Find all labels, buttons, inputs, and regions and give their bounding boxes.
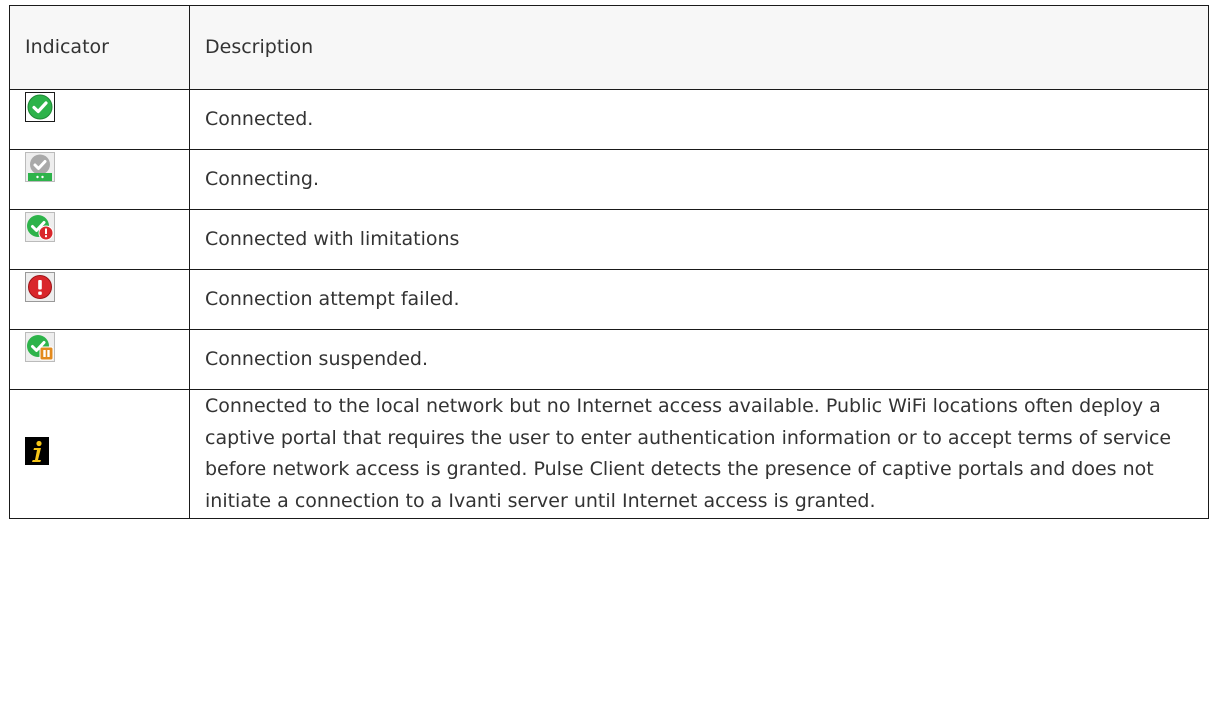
table-row: Connected. (9, 89, 1209, 150)
indicator-cell (9, 89, 190, 150)
description-cell: Connected. (189, 89, 1209, 150)
connected-with-limitations-icon (25, 212, 55, 243)
table-row: Connecting. (9, 149, 1209, 210)
status-indicator-table: Indicator Description Connected. Connect… (9, 5, 1209, 519)
table-row: Connection suspended. (9, 329, 1209, 390)
description-cell: Connection suspended. (189, 329, 1209, 390)
indicator-cell (9, 149, 190, 210)
info-icon (25, 436, 49, 465)
connecting-icon (25, 152, 55, 183)
table-row: Connection attempt failed. (9, 269, 1209, 330)
description-cell: Connected with limitations (189, 209, 1209, 270)
table-row: Connected to the local network but no In… (9, 389, 1209, 519)
header-description: Description (189, 5, 1209, 90)
table-row: Connected with limitations (9, 209, 1209, 270)
indicator-cell (9, 209, 190, 270)
indicator-cell (9, 329, 190, 390)
indicator-cell (9, 269, 190, 330)
indicator-cell (9, 389, 190, 519)
description-cell: Connected to the local network but no In… (189, 389, 1209, 519)
connection-failed-icon (25, 272, 55, 303)
description-cell: Connecting. (189, 149, 1209, 210)
description-cell: Connection attempt failed. (189, 269, 1209, 330)
connected-icon (25, 92, 55, 123)
header-indicator: Indicator (9, 5, 190, 90)
connection-suspended-icon (25, 332, 55, 363)
table-header-row: Indicator Description (9, 5, 1209, 90)
